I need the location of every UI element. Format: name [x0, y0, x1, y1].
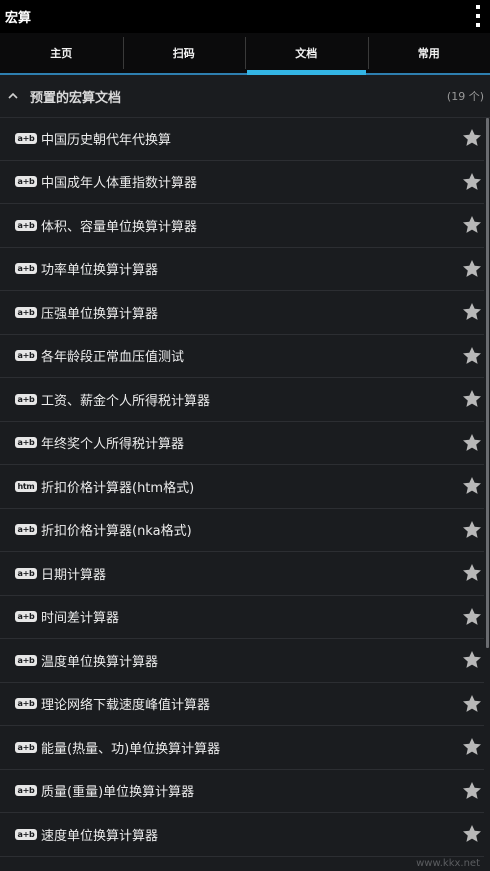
section-count: (19 个)	[446, 90, 484, 103]
tab-bar: 主页 扫码 文档 常用	[0, 33, 490, 75]
star-icon[interactable]	[461, 606, 483, 628]
list-item[interactable]: a+b 温度单位换算计算器	[0, 639, 484, 683]
star-icon[interactable]	[461, 780, 483, 802]
list-item[interactable]: htm 折扣价格计算器(htm格式)	[0, 465, 484, 509]
list-item-label: 理论网络下载速度峰值计算器	[41, 698, 211, 714]
htm-file-icon: htm	[15, 480, 37, 492]
formula-file-icon: a+b	[15, 263, 37, 275]
tab-label: 扫码	[172, 47, 195, 60]
list-item[interactable]: a+b 日期计算器	[0, 552, 484, 596]
section-title: 预置的宏算文档	[30, 90, 122, 106]
tab-documents[interactable]: 文档	[245, 33, 368, 75]
tab-label: 文档	[295, 47, 318, 60]
list-item[interactable]: a+b 速度单位换算计算器	[0, 813, 484, 857]
document-list: a+b 中国历史朝代年代换算 a+b 中国成年人体重指数计算器 a+b 体积、容量单位换算…	[0, 117, 484, 857]
list-item-label: 各年龄段正常血压值测试	[41, 350, 185, 366]
star-icon[interactable]	[461, 258, 483, 280]
list-item[interactable]: a+b 理论网络下载速度峰值计算器	[0, 683, 484, 726]
star-icon[interactable]	[461, 562, 483, 584]
overflow-menu-icon[interactable]	[474, 5, 482, 27]
list-item-label: 年终奖个人所得税计算器	[41, 437, 185, 453]
list-item-label: 功率单位换算计算器	[41, 263, 159, 279]
star-icon[interactable]	[461, 214, 483, 236]
list-item[interactable]: a+b 各年龄段正常血压值测试	[0, 335, 484, 378]
scrollbar[interactable]	[486, 118, 489, 648]
star-icon[interactable]	[461, 649, 483, 671]
formula-file-icon: a+b	[15, 306, 37, 318]
list-item-label: 折扣价格计算器(htm格式)	[41, 480, 195, 496]
list-item[interactable]: a+b 时间差计算器	[0, 596, 484, 639]
list-item[interactable]: a+b 中国成年人体重指数计算器	[0, 161, 484, 204]
list-item[interactable]: a+b 中国历史朝代年代换算	[0, 117, 484, 161]
list-item[interactable]: a+b 折扣价格计算器(nka格式)	[0, 509, 484, 552]
star-icon[interactable]	[461, 127, 483, 149]
app-title: 宏算	[5, 11, 32, 26]
list-item-label: 体积、容量单位换算计算器	[41, 219, 198, 235]
star-icon[interactable]	[461, 519, 483, 541]
tab-common[interactable]: 常用	[367, 33, 490, 73]
list-item-label: 中国成年人体重指数计算器	[41, 176, 198, 192]
star-icon[interactable]	[461, 823, 483, 845]
formula-file-icon: a+b	[15, 567, 37, 579]
list-item[interactable]: a+b 年终奖个人所得税计算器	[0, 422, 484, 465]
list-item-label: 温度单位换算计算器	[41, 654, 159, 670]
star-icon[interactable]	[461, 693, 483, 715]
list-item-label: 压强单位换算计算器	[41, 306, 159, 322]
star-icon[interactable]	[461, 736, 483, 758]
tab-scan[interactable]: 扫码	[122, 33, 246, 73]
formula-file-icon: a+b	[15, 219, 37, 231]
star-icon[interactable]	[461, 345, 483, 367]
list-item-label: 折扣价格计算器(nka格式)	[41, 524, 192, 540]
section-header[interactable]: 预置的宏算文档 (19 个)	[0, 75, 490, 118]
list-item[interactable]: a+b 能量(热量、功)单位换算计算器	[0, 726, 484, 770]
title-bar: 宏算	[0, 0, 490, 33]
formula-file-icon: a+b	[15, 785, 37, 797]
tab-home[interactable]: 主页	[0, 33, 123, 73]
list-item[interactable]: a+b 质量(重量)单位换算计算器	[0, 770, 484, 813]
chevron-up-icon	[8, 91, 18, 101]
list-item-label: 速度单位换算计算器	[41, 828, 159, 844]
list-item[interactable]: a+b 工资、薪金个人所得税计算器	[0, 378, 484, 422]
list-item[interactable]: a+b 体积、容量单位换算计算器	[0, 204, 484, 248]
formula-file-icon: a+b	[15, 828, 37, 840]
formula-file-icon: a+b	[15, 741, 37, 753]
list-item-label: 质量(重量)单位换算计算器	[41, 785, 195, 801]
list-item-label: 时间差计算器	[41, 611, 120, 627]
formula-file-icon: a+b	[15, 176, 37, 188]
formula-file-icon: a+b	[15, 437, 37, 449]
formula-file-icon: a+b	[15, 698, 37, 710]
list-item[interactable]: a+b 压强单位换算计算器	[0, 291, 484, 335]
tab-label: 主页	[50, 47, 73, 60]
list-item-label: 日期计算器	[41, 567, 107, 583]
tab-label: 常用	[417, 47, 440, 60]
star-icon[interactable]	[461, 388, 483, 410]
star-icon[interactable]	[461, 475, 483, 497]
formula-file-icon: a+b	[15, 350, 37, 362]
list-item[interactable]: a+b 功率单位换算计算器	[0, 248, 484, 291]
formula-file-icon: a+b	[15, 654, 37, 666]
star-icon[interactable]	[461, 301, 483, 323]
list-item-label: 工资、薪金个人所得税计算器	[41, 393, 211, 409]
watermark: www.kkx.net	[416, 858, 480, 869]
formula-file-icon: a+b	[15, 611, 37, 623]
list-item-label: 中国历史朝代年代换算	[41, 132, 172, 148]
formula-file-icon: a+b	[15, 132, 37, 144]
star-icon[interactable]	[461, 432, 483, 454]
star-icon[interactable]	[461, 171, 483, 193]
formula-file-icon: a+b	[15, 524, 37, 536]
list-item-label: 能量(热量、功)单位换算计算器	[41, 741, 221, 757]
formula-file-icon: a+b	[15, 393, 37, 405]
